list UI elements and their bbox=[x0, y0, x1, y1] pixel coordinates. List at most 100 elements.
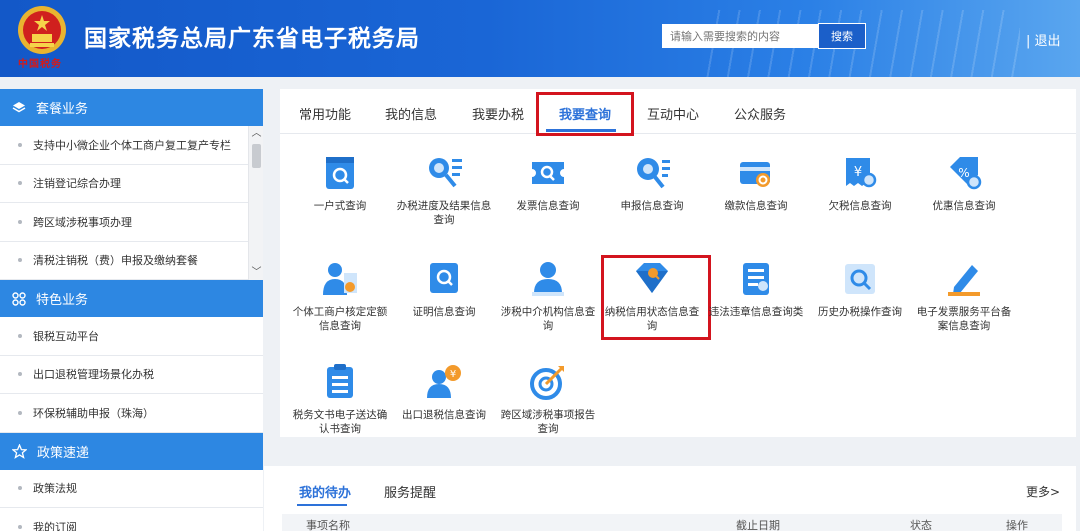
site-header: 中国税务 国家税务总局广东省电子税务局 搜索 | 退出 bbox=[0, 0, 1080, 77]
grid-item[interactable]: 涉税中介机构信息查询 bbox=[496, 259, 600, 333]
packages-list: 支持中小微企业个体工商户复工复产专栏 注销登记综合办理 跨区域涉税事项办理 清税… bbox=[0, 126, 263, 280]
section-header-policy[interactable]: 政策速递 bbox=[0, 432, 263, 470]
svg-text:¥: ¥ bbox=[450, 369, 456, 380]
active-tab-highlight bbox=[536, 92, 634, 136]
more-link[interactable]: 更多> bbox=[1026, 483, 1060, 500]
section-header-packages[interactable]: 套餐业务 bbox=[0, 89, 263, 126]
tab-interaction-center[interactable]: 互动中心 bbox=[647, 104, 699, 123]
todo-panel: 我的待办 服务提醒 更多> 事项名称 截止日期 状态 操作 bbox=[264, 466, 1076, 531]
sidebar-scrollbar[interactable]: ︿ ﹀ bbox=[248, 126, 263, 280]
tab-my-info[interactable]: 我的信息 bbox=[385, 104, 437, 123]
grid-item[interactable]: 税务文书电子送达确认书查询 bbox=[288, 362, 392, 436]
violation-document-icon bbox=[743, 263, 769, 295]
grid-item-label: 一户式查询 bbox=[313, 200, 367, 212]
section-header-features[interactable]: 特色业务 bbox=[0, 280, 263, 317]
grid-item[interactable]: 一户式查询 bbox=[288, 153, 392, 213]
chevron-up-icon[interactable]: ︿ bbox=[251, 128, 262, 139]
grid-item-label: 违法违章信息查询类 bbox=[708, 306, 804, 318]
sidebar-item[interactable]: 环保税辅助申报（珠海） bbox=[0, 394, 263, 433]
grid-item-label: 发票信息查询 bbox=[516, 200, 580, 212]
column-deadline: 截止日期 bbox=[736, 519, 780, 531]
sidebar: 套餐业务 支持中小微企业个体工商户复工复产专栏 注销登记综合办理 跨区域涉税事项… bbox=[0, 89, 263, 531]
target-arrow-icon bbox=[530, 366, 564, 400]
business-person-icon bbox=[323, 263, 357, 295]
section-title: 套餐业务 bbox=[36, 102, 89, 117]
grid-item[interactable]: 办税进度及结果信息查询 bbox=[392, 153, 496, 227]
grid-item-label: 电子发票服务平台备案信息查询 bbox=[916, 306, 1012, 332]
site-title: 国家税务总局广东省电子税务局 bbox=[84, 26, 420, 52]
discount-percent-icon: % bbox=[950, 157, 982, 190]
sidebar-item[interactable]: 支持中小微企业个体工商户复工复产专栏 bbox=[0, 126, 263, 165]
sidebar-item-label: 环保税辅助申报（珠海） bbox=[33, 406, 154, 420]
sidebar-item[interactable]: 出口退税管理场景化办税 bbox=[0, 356, 263, 394]
grid-item[interactable]: 证明信息查询 bbox=[392, 259, 496, 319]
svg-text:%: % bbox=[958, 166, 969, 180]
grid-item-label: 缴款信息查询 bbox=[724, 200, 788, 212]
tab-my-todo[interactable]: 我的待办 bbox=[299, 482, 351, 501]
sidebar-item[interactable]: 政策法规 bbox=[0, 470, 263, 508]
grid-item-label: 涉税中介机构信息查询 bbox=[500, 306, 596, 332]
grid-item[interactable]: 申报信息查询 bbox=[600, 153, 704, 213]
invoice-search-icon bbox=[532, 162, 564, 184]
sidebar-item[interactable]: 注销登记综合办理 bbox=[0, 165, 263, 203]
sidebar-item-label: 跨区域涉税事项办理 bbox=[33, 215, 132, 229]
grid-item[interactable]: ¥ 出口退税信息查询 bbox=[392, 362, 496, 422]
tab-public-services[interactable]: 公众服务 bbox=[734, 104, 786, 123]
grid-item-label: 申报信息查询 bbox=[620, 200, 684, 212]
svg-text:¥: ¥ bbox=[854, 165, 862, 180]
grid-item[interactable]: 电子发票服务平台备案信息查询 bbox=[912, 259, 1016, 333]
grid-item-label: 办税进度及结果信息查询 bbox=[396, 200, 492, 226]
grid-icon bbox=[12, 291, 26, 306]
section-title: 政策速递 bbox=[37, 445, 90, 461]
export-refund-icon: ¥ bbox=[427, 365, 461, 398]
sidebar-item[interactable]: 银税互动平台 bbox=[0, 317, 263, 356]
brand-calligraphy: 中国税务 bbox=[18, 59, 62, 70]
column-action: 操作 bbox=[1006, 519, 1028, 531]
arrears-yuan-icon: ¥ bbox=[846, 158, 877, 188]
account-search-icon bbox=[326, 157, 354, 189]
column-item-name: 事项名称 bbox=[306, 519, 350, 531]
tax-document-icon bbox=[327, 364, 353, 398]
tab-common-functions[interactable]: 常用功能 bbox=[299, 104, 351, 123]
grid-item[interactable]: 违法违章信息查询类 bbox=[704, 259, 808, 319]
certificate-search-icon bbox=[430, 263, 458, 293]
sidebar-item-label: 注销登记综合办理 bbox=[33, 177, 121, 191]
search-button[interactable]: 搜索 bbox=[818, 23, 866, 49]
history-search-icon bbox=[845, 264, 875, 294]
grid-item[interactable]: 历史办税操作查询 bbox=[808, 259, 912, 319]
grid-item-label: 证明信息查询 bbox=[412, 306, 476, 318]
grid-item-label: 出口退税信息查询 bbox=[402, 409, 486, 421]
grid-item[interactable]: ¥ 欠税信息查询 bbox=[808, 153, 912, 213]
sidebar-item-label: 支持中小微企业个体工商户复工复产专栏 bbox=[33, 138, 231, 152]
sidebar-item[interactable]: 我的订阅 bbox=[0, 508, 263, 531]
sidebar-item[interactable]: 跨区域涉税事项办理 bbox=[0, 203, 263, 242]
todo-table-header: 事项名称 截止日期 状态 操作 bbox=[282, 514, 1062, 531]
tab-service-reminder[interactable]: 服务提醒 bbox=[384, 482, 436, 501]
tax-emblem-icon bbox=[18, 6, 66, 54]
grid-item[interactable]: 发票信息查询 bbox=[496, 153, 600, 213]
sidebar-item-label: 银税互动平台 bbox=[33, 329, 99, 343]
grid-item[interactable]: 缴款信息查询 bbox=[704, 153, 808, 213]
progress-search-icon bbox=[429, 158, 462, 188]
chevron-down-icon[interactable]: ﹀ bbox=[251, 267, 262, 278]
tab-tax-handling[interactable]: 我要办税 bbox=[472, 104, 524, 123]
search-input[interactable] bbox=[662, 24, 818, 48]
payment-card-icon bbox=[740, 162, 770, 187]
grid-item[interactable]: % 优惠信息查询 bbox=[912, 153, 1016, 213]
sidebar-item[interactable]: 清税注销税（费）申报及缴纳套餐 bbox=[0, 242, 263, 280]
tab-bar: 常用功能 我的信息 我要办税 我要查询 互动中心 公众服务 bbox=[280, 89, 1076, 134]
declaration-search-icon bbox=[637, 158, 670, 189]
query-panel: 常用功能 我的信息 我要办税 我要查询 互动中心 公众服务 一户式查询 办税进度… bbox=[280, 89, 1076, 437]
logout-link[interactable]: | 退出 bbox=[1026, 30, 1061, 49]
scrollbar-thumb[interactable] bbox=[252, 144, 261, 168]
pen-edit-icon bbox=[948, 265, 980, 296]
sidebar-item-label: 出口退税管理场景化办税 bbox=[33, 368, 154, 382]
sidebar-item-label: 我的订阅 bbox=[33, 520, 77, 531]
grid-item[interactable]: 跨区域涉税事项报告查询 bbox=[496, 362, 600, 436]
grid-item-label: 税务文书电子送达确认书查询 bbox=[292, 409, 388, 435]
grid-item-label: 欠税信息查询 bbox=[828, 200, 892, 212]
star-icon bbox=[12, 443, 27, 459]
grid-item[interactable]: 个体工商户核定定额信息查询 bbox=[288, 259, 392, 333]
grid-item-label: 历史办税操作查询 bbox=[818, 306, 902, 318]
column-status: 状态 bbox=[910, 519, 932, 531]
